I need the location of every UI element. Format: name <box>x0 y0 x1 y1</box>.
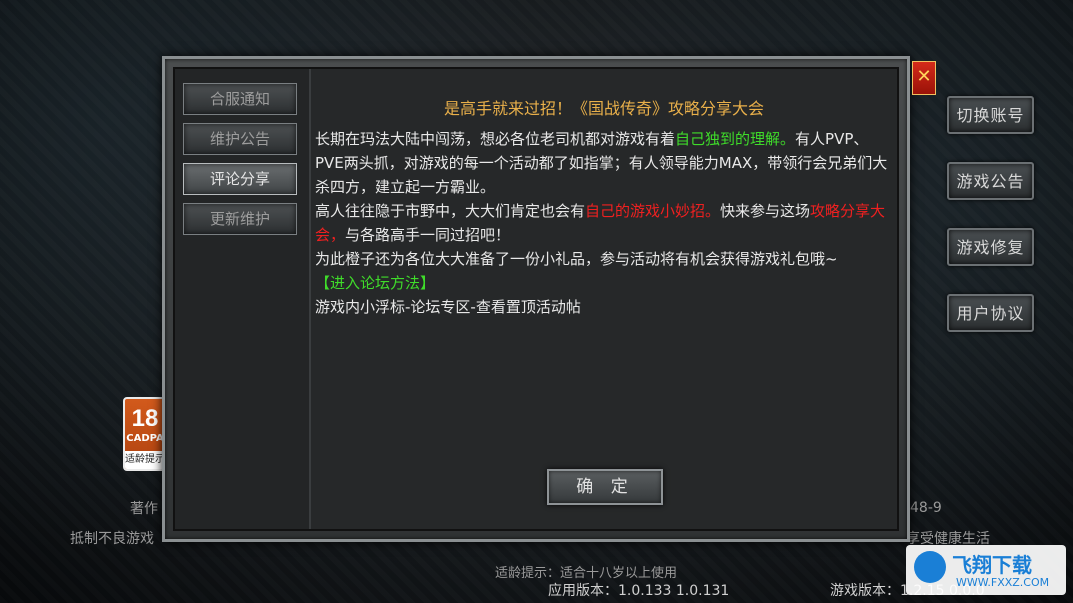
age-rating-label: 适龄提示 <box>125 451 165 469</box>
paragraph-2-text-b: 快来参与这场 <box>720 202 811 220</box>
age-rating-org: CADPA <box>126 433 164 444</box>
dialog-sidebar: 合服通知 维护公告 评论分享 更新维护 <box>175 69 311 529</box>
forum-path: 游戏内小浮标-论坛专区-查看置顶活动帖 <box>315 298 581 316</box>
tab-maintenance-announcement[interactable]: 维护公告 <box>183 123 297 155</box>
paragraph-2: 高人往往隐于市野中，大大们肯定也会有自己的游戏小妙招。快来参与这场攻略分享大会，… <box>315 199 889 247</box>
paragraph-2-text-c: 与各路高手一同过招吧！ <box>345 226 511 244</box>
dialog-inner-panel: 合服通知 维护公告 评论分享 更新维护 是高手就来过招！《国战传奇》攻略分享大会… <box>173 67 899 531</box>
tab-server-merge-notice[interactable]: 合服通知 <box>183 83 297 115</box>
dialog-title: 是高手就来过招！《国战传奇》攻略分享大会 <box>443 99 764 118</box>
tab-update-maintenance[interactable]: 更新维护 <box>183 203 297 235</box>
age-rating-badge[interactable]: 18 CADPA 适龄提示 <box>123 397 167 471</box>
announcement-dialog: 合服通知 维护公告 评论分享 更新维护 是高手就来过招！《国战传奇》攻略分享大会… <box>162 56 910 542</box>
paragraph-1-text-a: 长期在玛法大陆中闯荡，想必各位老司机都对游戏有着 <box>315 130 676 148</box>
dialog-content: 是高手就来过招！《国战传奇》攻略分享大会 长期在玛法大陆中闯荡，想必各位老司机都… <box>311 69 897 529</box>
close-icon[interactable]: ✕ <box>912 61 936 95</box>
switch-account-button[interactable]: 切换账号 <box>947 96 1034 134</box>
copyright-text: 著作 <box>130 501 158 517</box>
watermark-url: WWW.FXXZ.COM <box>956 576 1050 589</box>
paragraph-3: 为此橙子还为各位大大准备了一份小礼品，参与活动将有机会获得游戏礼包哦~ <box>315 250 838 268</box>
game-announcement-button[interactable]: 游戏公告 <box>947 162 1034 200</box>
tab-comment-share[interactable]: 评论分享 <box>183 163 297 195</box>
paragraph-1-highlight: 自己独到的理解。 <box>675 130 796 148</box>
watermark-logo-icon <box>914 551 946 583</box>
watermark-title: 飞翔下载 <box>952 553 1032 577</box>
age-tip-text: 适龄提示：适合十八岁以上使用 <box>495 566 678 581</box>
dialog-body: 长期在玛法大陆中闯荡，想必各位老司机都对游戏有着自己独到的理解。有人PVP、PV… <box>315 127 889 319</box>
watermark: 飞翔下载 WWW.FXXZ.COM <box>906 545 1066 595</box>
license-code-text: 48-9 <box>910 500 942 516</box>
paragraph-2-highlight-a: 自己的游戏小妙招。 <box>585 202 721 220</box>
confirm-button[interactable]: 确 定 <box>547 469 663 505</box>
user-agreement-button[interactable]: 用户协议 <box>947 294 1034 332</box>
app-version-text: 应用版本：1.0.133 1.0.131 <box>548 583 730 599</box>
forum-heading: 【进入论坛方法】 <box>315 274 436 292</box>
paragraph-2-text-a: 高人往往隐于市野中，大大们肯定也会有 <box>315 202 586 220</box>
game-repair-button[interactable]: 游戏修复 <box>947 228 1034 266</box>
age-rating-number: 18 <box>131 405 159 432</box>
paragraph-1: 长期在玛法大陆中闯荡，想必各位老司机都对游戏有着自己独到的理解。有人PVP、PV… <box>315 127 889 199</box>
anti-addiction-text: 抵制不良游戏 <box>70 531 154 547</box>
